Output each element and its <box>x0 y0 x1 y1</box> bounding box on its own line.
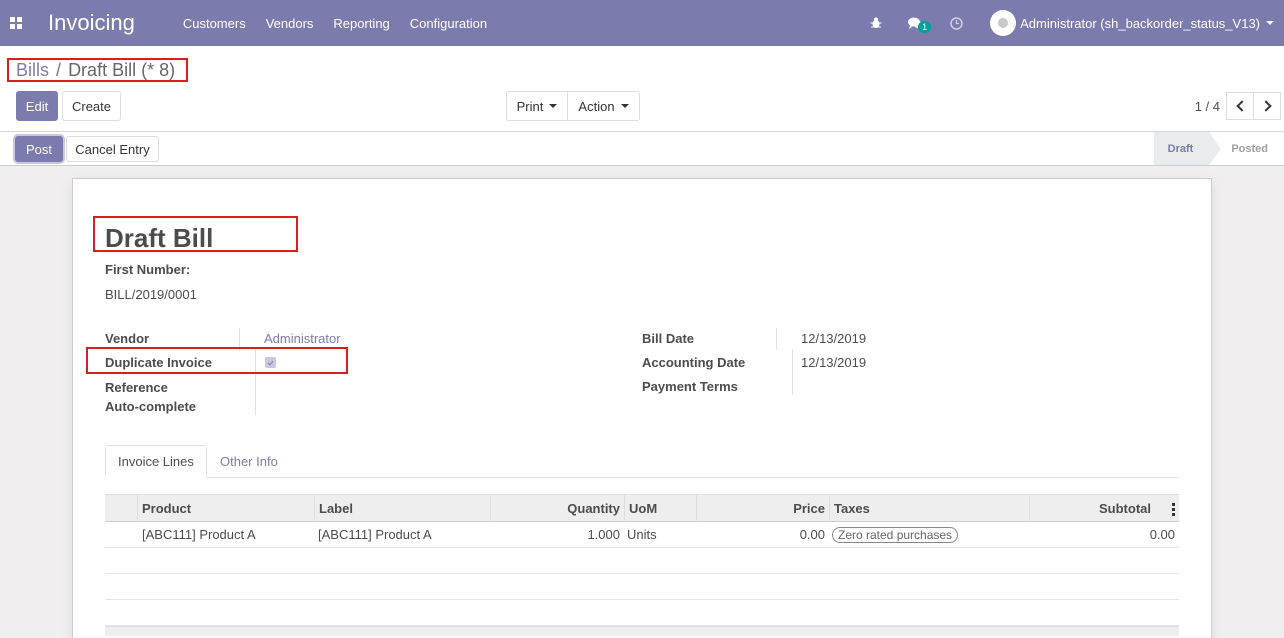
vendor-label: Vendor <box>105 331 150 346</box>
status-step-posted[interactable]: Posted <box>1209 132 1284 165</box>
cell-quantity: 1.000 <box>587 527 620 542</box>
apps-menu-icon[interactable] <box>0 0 32 46</box>
accounting-date-label: Accounting Date <box>642 355 746 370</box>
cancel-entry-button[interactable]: Cancel Entry <box>66 136 159 162</box>
action-dropdown[interactable]: Action <box>567 91 640 121</box>
activity-clock-icon[interactable] <box>936 16 976 30</box>
cell-price: 0.00 <box>799 527 825 542</box>
pager-next-button[interactable] <box>1253 92 1281 120</box>
column-header-product[interactable]: Product <box>137 495 314 522</box>
bill-date-label: Bill Date <box>642 331 695 346</box>
tab-other-info[interactable]: Other Info <box>208 445 290 478</box>
table-row-empty <box>105 574 1179 600</box>
duplicate-highlight-box <box>86 347 348 374</box>
menu-customers[interactable]: Customers <box>173 16 256 31</box>
status-step-draft[interactable]: Draft <box>1153 132 1221 165</box>
reference-label: Reference <box>105 380 168 395</box>
menu-vendors[interactable]: Vendors <box>256 16 324 31</box>
status-steps: Draft Posted <box>1153 132 1284 165</box>
table-row-empty <box>105 600 1179 626</box>
post-button[interactable]: Post <box>15 136 63 162</box>
title-highlight-box <box>93 216 298 252</box>
caret-down-icon <box>549 104 558 108</box>
first-number-label: First Number: <box>105 262 191 277</box>
user-menu[interactable]: Administrator (sh_backorder_status_V13) <box>990 10 1284 36</box>
messages-icon[interactable]: 1 <box>896 17 936 33</box>
edit-button[interactable]: Edit <box>16 91 58 121</box>
invoice-lines-table: Product Label Quantity UoM Price Taxes S… <box>105 494 1179 636</box>
main-menu: Customers Vendors Reporting Configuratio… <box>173 16 497 31</box>
avatar <box>990 10 1017 36</box>
control-panel: Bills / Draft Bill (* 8) Edit Create Pri… <box>0 46 1284 132</box>
action-label: Action <box>578 98 615 114</box>
pager-value[interactable]: 1 / 4 <box>1195 99 1220 114</box>
print-dropdown[interactable]: Print <box>506 91 568 121</box>
statusbar: Post Cancel Entry Draft Posted <box>0 132 1284 166</box>
bill-date-value[interactable]: 12/13/2019 <box>801 331 866 346</box>
column-header-subtotal[interactable]: Subtotal <box>1029 495 1155 522</box>
table-row-empty <box>105 548 1179 574</box>
user-name: Administrator (sh_backorder_status_V13) <box>1020 15 1260 31</box>
bug-icon[interactable] <box>856 17 896 29</box>
top-navbar: Invoicing Customers Vendors Reporting Co… <box>0 0 1284 46</box>
print-label: Print <box>516 98 544 114</box>
payment-terms-label: Payment Terms <box>642 379 738 394</box>
cell-uom: Units <box>627 527 657 542</box>
column-header-quantity[interactable]: Quantity <box>490 495 624 522</box>
column-header-label[interactable]: Label <box>314 495 490 522</box>
vendor-value-link[interactable]: Administrator <box>264 331 341 346</box>
menu-reporting[interactable]: Reporting <box>323 16 399 31</box>
field-separator <box>792 349 793 395</box>
autocomplete-label: Auto-complete <box>105 399 196 414</box>
table-footer <box>105 626 1179 636</box>
field-separator <box>776 328 777 350</box>
chevron-left-icon <box>1235 100 1248 112</box>
chevron-down-icon <box>1266 21 1274 25</box>
chevron-right-icon <box>1259 100 1272 112</box>
messages-badge: 1 <box>918 20 932 33</box>
app-brand[interactable]: Invoicing <box>48 10 135 36</box>
first-number-value: BILL/2019/0001 <box>105 287 197 302</box>
cell-label: [ABC111] Product A <box>318 527 432 542</box>
table-row[interactable]: [ABC111] Product A [ABC111] Product A 1.… <box>105 522 1179 548</box>
table-header: Product Label Quantity UoM Price Taxes S… <box>105 494 1179 522</box>
column-header-taxes[interactable]: Taxes <box>829 495 1029 522</box>
column-header-price[interactable]: Price <box>696 495 829 522</box>
menu-configuration[interactable]: Configuration <box>400 16 497 31</box>
cell-subtotal: 0.00 <box>1149 527 1175 542</box>
navbar-systray: 1 Administrator (sh_backorder_status_V13… <box>856 0 1284 46</box>
column-header-uom[interactable]: UoM <box>624 495 696 522</box>
pager-previous-button[interactable] <box>1226 92 1254 120</box>
tax-tag: Zero rated purchases <box>832 527 959 543</box>
create-button[interactable]: Create <box>62 91 121 121</box>
form-sheet: Draft Bill First Number: BILL/2019/0001 … <box>72 178 1212 638</box>
cell-product: [ABC111] Product A <box>142 527 256 542</box>
breadcrumb-highlight-box <box>7 58 188 82</box>
accounting-date-value[interactable]: 12/13/2019 <box>801 355 866 370</box>
column-options-icon[interactable] <box>1172 503 1175 516</box>
tab-invoice-lines[interactable]: Invoice Lines <box>105 445 207 478</box>
cell-taxes: Zero rated purchases <box>828 522 1028 548</box>
caret-down-icon <box>620 104 629 108</box>
